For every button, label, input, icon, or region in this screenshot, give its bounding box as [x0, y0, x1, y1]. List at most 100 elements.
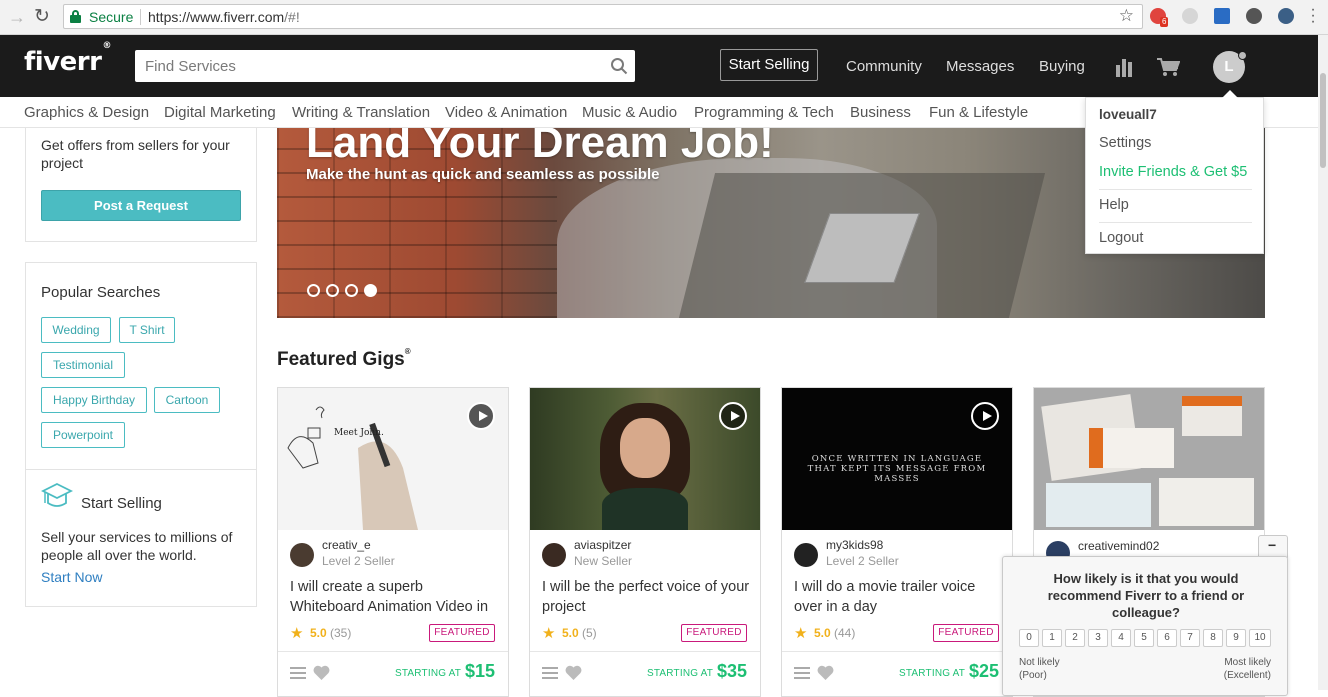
play-video-icon[interactable]: [467, 402, 495, 430]
extension-icon-2[interactable]: [1182, 8, 1198, 24]
browser-toolbar: → ↻ Secure https://www.fiverr.com/#! ☆ 6…: [0, 0, 1328, 35]
start-now-link[interactable]: Start Now: [41, 569, 102, 585]
scrollbar-thumb[interactable]: [1320, 73, 1326, 168]
heart-icon[interactable]: [313, 665, 330, 681]
forward-arrow-icon[interactable]: →: [8, 7, 26, 28]
gig-review-count: (5): [582, 626, 597, 640]
category-digital-marketing[interactable]: Digital Marketing: [164, 104, 276, 121]
dropdown-logout[interactable]: Logout: [1099, 230, 1143, 246]
tag-t-shirt[interactable]: T Shirt: [119, 317, 175, 343]
bookmark-star-icon[interactable]: ☆: [1119, 6, 1134, 26]
gig-card[interactable]: Meet John. creativ_e Level 2 Seller I wi…: [277, 387, 509, 697]
search-input[interactable]: [145, 56, 605, 76]
address-divider: [140, 9, 141, 25]
tag-testimonial[interactable]: Testimonial: [41, 352, 125, 378]
gig-price: $25: [969, 661, 1000, 681]
dropdown-username[interactable]: loveuall7: [1099, 107, 1157, 122]
gig-thumbnail[interactable]: Meet John.: [278, 388, 508, 530]
category-video-animation[interactable]: Video & Animation: [445, 104, 567, 121]
analytics-bars-icon[interactable]: [1115, 57, 1133, 77]
gig-title[interactable]: I will be the perfect voice of your proj…: [542, 577, 752, 617]
nps-option-8[interactable]: 8: [1203, 629, 1223, 647]
nps-option-3[interactable]: 3: [1088, 629, 1108, 647]
extension-icon-5[interactable]: [1278, 8, 1294, 24]
play-video-icon[interactable]: [719, 402, 747, 430]
nps-option-2[interactable]: 2: [1065, 629, 1085, 647]
tag-powerpoint[interactable]: Powerpoint: [41, 422, 125, 448]
category-fun-lifestyle[interactable]: Fun & Lifestyle: [929, 104, 1028, 121]
seller-avatar[interactable]: [290, 543, 314, 567]
gig-card[interactable]: ONCE WRITTEN IN LANGUAGE THAT KEPT ITS M…: [781, 387, 1013, 697]
browser-menu-icon[interactable]: · · ·: [1310, 2, 1316, 30]
collections-icon[interactable]: [794, 667, 810, 679]
start-selling-button[interactable]: Start Selling: [720, 49, 818, 81]
address-bar[interactable]: Secure https://www.fiverr.com/#! ☆: [63, 4, 1143, 29]
nps-option-9[interactable]: 9: [1226, 629, 1246, 647]
survey-minimize-button[interactable]: −: [1268, 537, 1276, 553]
nps-option-7[interactable]: 7: [1180, 629, 1200, 647]
gig-thumbnail[interactable]: [530, 388, 760, 530]
tag-cartoon[interactable]: Cartoon: [154, 387, 220, 413]
carousel-dot-2[interactable]: [326, 284, 339, 297]
nps-high-label: Most likely (Excellent): [1224, 656, 1271, 682]
category-programming-tech[interactable]: Programming & Tech: [694, 104, 834, 121]
play-video-icon[interactable]: [971, 402, 999, 430]
download-extension-icon[interactable]: [1214, 8, 1230, 24]
nps-low-sub: (Poor): [1019, 670, 1047, 681]
carousel-dot-1[interactable]: [307, 284, 320, 297]
dropdown-help[interactable]: Help: [1099, 197, 1129, 213]
carousel-dot-4[interactable]: [364, 284, 377, 297]
seller-level: New Seller: [574, 554, 633, 568]
card-divider: [530, 651, 760, 652]
nps-option-6[interactable]: 6: [1157, 629, 1177, 647]
category-music-audio[interactable]: Music & Audio: [582, 104, 677, 121]
seller-level: Level 2 Seller: [826, 554, 899, 568]
nps-option-4[interactable]: 4: [1111, 629, 1131, 647]
seller-name[interactable]: aviaspitzer: [574, 538, 631, 552]
gig-card[interactable]: aviaspitzer New Seller I will be the per…: [529, 387, 761, 697]
url-text[interactable]: https://www.fiverr.com/#!: [148, 9, 300, 25]
seller-level: Level 2 Seller: [322, 554, 395, 568]
reload-icon[interactable]: ↻: [34, 5, 50, 28]
search-icon[interactable]: [610, 57, 628, 75]
heart-icon[interactable]: [817, 665, 834, 681]
nps-option-5[interactable]: 5: [1134, 629, 1154, 647]
online-status-dot: [1238, 51, 1247, 60]
gig-title[interactable]: I will do a movie trailer voice over in …: [794, 577, 1004, 617]
seller-name[interactable]: creativemind02: [1078, 539, 1159, 553]
category-business[interactable]: Business: [850, 104, 911, 121]
popular-searches-panel: Popular Searches Wedding T Shirt Testimo…: [25, 262, 257, 607]
tag-happy-birthday[interactable]: Happy Birthday: [41, 387, 147, 413]
seller-name[interactable]: creativ_e: [322, 538, 371, 552]
nps-option-10[interactable]: 10: [1249, 629, 1271, 647]
dropdown-settings[interactable]: Settings: [1099, 135, 1151, 151]
fiverr-logo[interactable]: fiverr®: [24, 41, 111, 77]
gig-title[interactable]: I will create a superb Whiteboard Animat…: [290, 577, 500, 617]
dropdown-divider: [1099, 189, 1252, 190]
category-graphics-design[interactable]: Graphics & Design: [24, 104, 149, 121]
seller-avatar[interactable]: [542, 543, 566, 567]
gig-thumbnail[interactable]: ONCE WRITTEN IN LANGUAGE THAT KEPT ITS M…: [782, 388, 1012, 530]
gig-rating: 5.0: [310, 626, 327, 640]
tag-wedding[interactable]: Wedding: [41, 317, 111, 343]
dropdown-invite-friends[interactable]: Invite Friends & Get $5: [1099, 164, 1247, 180]
category-writing-translation[interactable]: Writing & Translation: [292, 104, 430, 121]
nav-community[interactable]: Community: [846, 58, 922, 75]
collections-icon[interactable]: [542, 667, 558, 679]
search-box: [135, 50, 635, 82]
carousel-dot-3[interactable]: [345, 284, 358, 297]
cart-icon[interactable]: [1156, 57, 1180, 77]
heart-icon[interactable]: [565, 665, 582, 681]
nav-messages[interactable]: Messages: [946, 58, 1014, 75]
seller-name[interactable]: my3kids98: [826, 538, 883, 552]
extension-icon-4[interactable]: [1246, 8, 1262, 24]
nps-option-1[interactable]: 1: [1042, 629, 1062, 647]
nav-buying[interactable]: Buying: [1039, 58, 1085, 75]
nps-option-0[interactable]: 0: [1019, 629, 1039, 647]
seller-avatar[interactable]: [794, 543, 818, 567]
page-scrollbar[interactable]: [1318, 35, 1328, 690]
gig-thumbnail[interactable]: [1034, 388, 1264, 530]
post-request-button[interactable]: Post a Request: [41, 190, 241, 221]
hero-title: Land Your Dream Job!: [306, 128, 774, 167]
collections-icon[interactable]: [290, 667, 306, 679]
